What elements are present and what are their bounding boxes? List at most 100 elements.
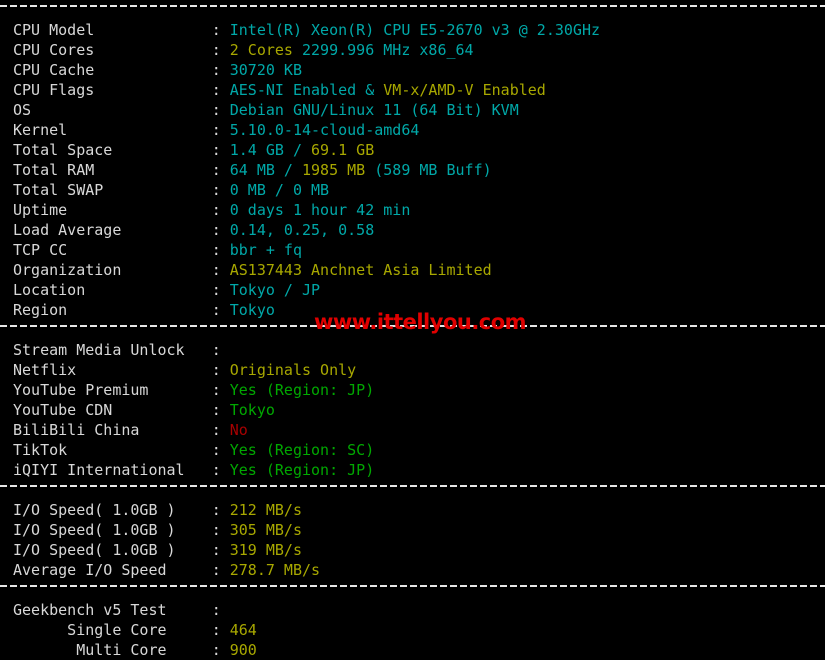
row-colon: : (211, 121, 230, 139)
site-watermark: www.ittellyou.com (314, 310, 527, 334)
row-colon: : (211, 241, 230, 259)
row-value: Tokyo (229, 301, 275, 319)
terminal-row: YouTube Premium : Yes (Region: JP) (0, 380, 825, 400)
row-value: (589 MB Buff) (365, 161, 492, 179)
separator-after-io-speed (0, 580, 825, 600)
row-value: Yes (Region: JP) (229, 461, 375, 479)
row-colon: : (211, 561, 230, 579)
row-value: AES-NI Enabled (229, 81, 357, 99)
row-label: YouTube CDN (13, 401, 212, 419)
row-label: Total SWAP (13, 181, 212, 199)
row-label: Stream Media Unlock (13, 341, 212, 359)
row-label: Organization (13, 261, 212, 279)
row-value: 2299.996 MHz x86_64 (292, 41, 474, 59)
row-label: Single Core (13, 621, 212, 639)
row-value: Tokyo (229, 401, 275, 419)
row-colon: : (211, 401, 230, 419)
terminal-row: CPU Model : Intel(R) Xeon(R) CPU E5-2670… (0, 20, 825, 40)
terminal-row: Uptime : 0 days 1 hour 42 min (0, 200, 825, 220)
row-label: iQIYI International (13, 461, 212, 479)
row-label: Average I/O Speed (13, 561, 212, 579)
row-colon: : (211, 41, 230, 59)
row-colon: : (211, 281, 230, 299)
row-colon: : (211, 141, 230, 159)
row-colon: : (211, 61, 230, 79)
terminal-row: YouTube CDN : Tokyo (0, 400, 825, 420)
row-colon: : (211, 101, 230, 119)
row-value: No (229, 421, 248, 439)
terminal-row: Stream Media Unlock : (0, 340, 825, 360)
row-value: 1985 MB (302, 161, 366, 179)
terminal-row: Multi Core : 900 (0, 640, 825, 660)
row-colon: : (211, 361, 230, 379)
row-value: & (356, 81, 384, 99)
row-label: CPU Flags (13, 81, 212, 99)
row-value: VM-x/AMD-V Enabled (383, 81, 546, 99)
row-value: Debian GNU/Linux 11 (64 Bit) KVM (229, 101, 519, 119)
row-value: 319 MB/s (229, 541, 302, 559)
separator-after-stream-media (0, 480, 825, 500)
separator-top (0, 0, 825, 20)
row-value: AS137443 Anchnet Asia Limited (229, 261, 492, 279)
row-label: I/O Speed( 1.0GB ) (13, 501, 212, 519)
row-value: 64 MB / (229, 161, 302, 179)
row-colon: : (211, 21, 230, 39)
row-value: Intel(R) Xeon(R) CPU E5-2670 v3 @ 2.30GH… (229, 21, 601, 39)
terminal-row: OS : Debian GNU/Linux 11 (64 Bit) KVM (0, 100, 825, 120)
row-label: CPU Model (13, 21, 212, 39)
terminal-row: Load Average : 0.14, 0.25, 0.58 (0, 220, 825, 240)
row-label: TCP CC (13, 241, 212, 259)
row-label: I/O Speed( 1.0GB ) (13, 541, 212, 559)
row-colon: : (211, 161, 230, 179)
system-info-section: CPU Model : Intel(R) Xeon(R) CPU E5-2670… (0, 20, 825, 320)
row-label: Region (13, 301, 212, 319)
row-label: OS (13, 101, 212, 119)
terminal-row: Total Space : 1.4 GB / 69.1 GB (0, 140, 825, 160)
row-colon: : (211, 201, 230, 219)
terminal-row: Netflix : Originals Only (0, 360, 825, 380)
geekbench-section: Geekbench v5 Test : Single Core : 464 Mu… (0, 600, 825, 660)
row-label: CPU Cache (13, 61, 212, 79)
row-colon: : (211, 441, 230, 459)
row-value: bbr + fq (229, 241, 302, 259)
row-colon: : (211, 421, 230, 439)
row-label: Load Average (13, 221, 212, 239)
row-colon: : (211, 81, 230, 99)
row-value: 0 days 1 hour 42 min (229, 201, 411, 219)
row-value: 0 MB / 0 MB (229, 181, 330, 199)
terminal-row: Single Core : 464 (0, 620, 825, 640)
row-colon: : (211, 341, 230, 359)
terminal-row: Organization : AS137443 Anchnet Asia Lim… (0, 260, 825, 280)
io-speed-section: I/O Speed( 1.0GB ) : 212 MB/s I/O Speed( … (0, 500, 825, 580)
dashed-rule (0, 5, 825, 7)
row-value: Yes (Region: JP) (229, 381, 375, 399)
row-colon: : (211, 221, 230, 239)
row-value: 0.14, 0.25, 0.58 (229, 221, 375, 239)
row-value: 2 Cores (229, 41, 293, 59)
row-value: Tokyo / JP (229, 281, 321, 299)
row-colon: : (211, 301, 230, 319)
row-value: Yes (Region: SC) (229, 441, 375, 459)
row-label: BiliBili China (13, 421, 212, 439)
row-label: CPU Cores (13, 41, 212, 59)
row-label: Multi Core (13, 641, 212, 659)
stream-media-section: Stream Media Unlock : Netflix : Original… (0, 340, 825, 480)
row-colon: : (211, 641, 230, 659)
row-value: 900 (229, 641, 257, 659)
terminal-row: Average I/O Speed : 278.7 MB/s (0, 560, 825, 580)
terminal-row: Geekbench v5 Test : (0, 600, 825, 620)
terminal-row: Total RAM : 64 MB / 1985 MB (589 MB Buff… (0, 160, 825, 180)
terminal-row: I/O Speed( 1.0GB ) : 319 MB/s (0, 540, 825, 560)
terminal-row: TikTok : Yes (Region: SC) (0, 440, 825, 460)
terminal-row: CPU Flags : AES-NI Enabled & VM-x/AMD-V … (0, 80, 825, 100)
terminal-row: BiliBili China : No (0, 420, 825, 440)
row-label: Netflix (13, 361, 212, 379)
row-value: 69.1 GB (311, 141, 375, 159)
row-colon: : (211, 461, 230, 479)
row-value: 30720 KB (229, 61, 302, 79)
row-colon: : (211, 621, 230, 639)
row-colon: : (211, 541, 230, 559)
row-value: Originals Only (229, 361, 357, 379)
row-label: TikTok (13, 441, 212, 459)
row-colon: : (211, 521, 230, 539)
